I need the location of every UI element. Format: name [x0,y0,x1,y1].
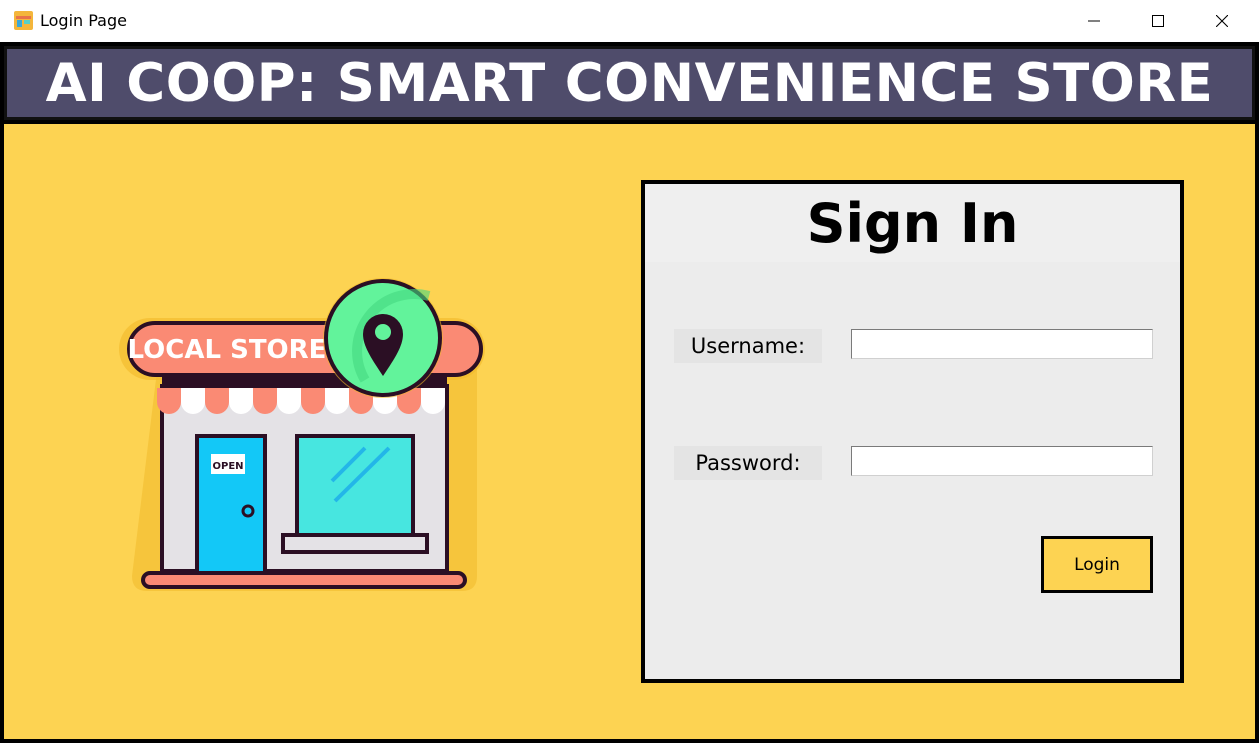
window-titlebar: Login Page [0,0,1259,42]
minimize-icon [1088,20,1100,22]
location-pin-icon [323,278,443,398]
password-input[interactable] [851,446,1153,476]
window-frame: AI COOP: SMART CONVENIENCE STORE LOCAL S… [0,42,1259,743]
close-icon [1216,15,1228,27]
maximize-button[interactable] [1126,0,1190,42]
password-label: Password: [674,446,822,480]
store-illustration: LOCAL STORE OPEN [119,278,485,591]
door-open-sign: OPEN [212,461,243,472]
signin-title: Sign In [806,191,1019,255]
minimize-button[interactable] [1062,0,1126,42]
app-icon [14,11,33,30]
header-banner: AI COOP: SMART CONVENIENCE STORE [4,46,1255,120]
login-button[interactable]: Login [1041,536,1153,593]
store-sign-text: LOCAL STORE [128,335,327,365]
header-title: AI COOP: SMART CONVENIENCE STORE [45,52,1214,114]
maximize-icon [1152,15,1164,27]
username-label: Username: [674,329,822,363]
signin-header: Sign In [645,184,1180,262]
username-input[interactable] [851,329,1153,359]
main-content: LOCAL STORE OPEN Sign In Username: Passw… [4,124,1255,739]
signin-panel: Sign In Username: Password: Login [641,180,1184,683]
window-title: Login Page [40,11,127,30]
close-button[interactable] [1190,0,1254,42]
